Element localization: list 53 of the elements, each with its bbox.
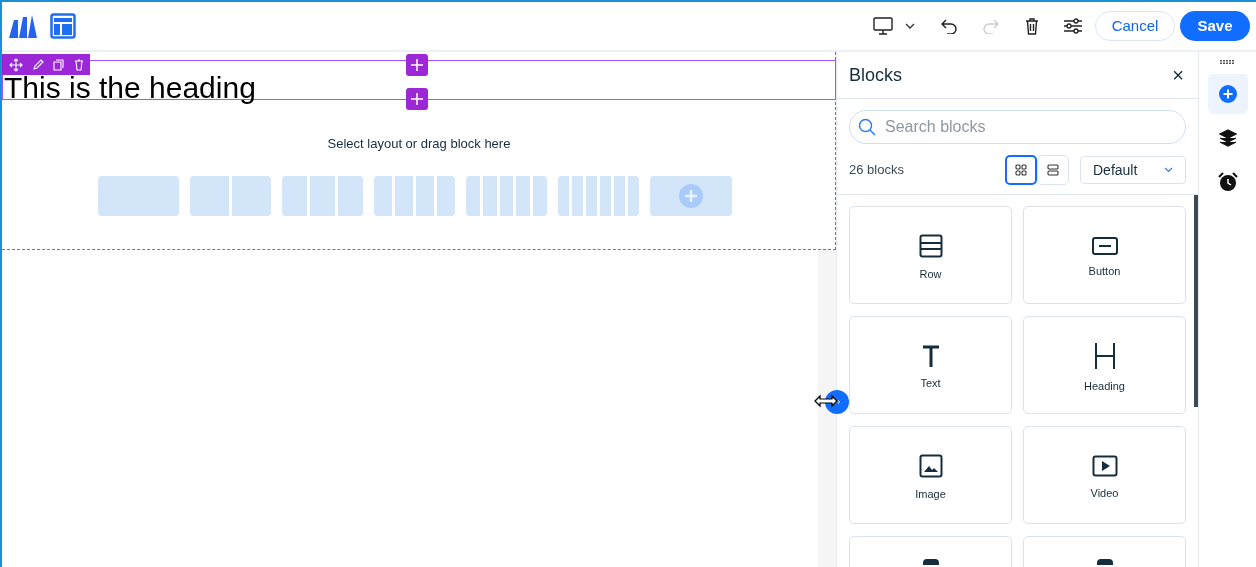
- block-label: Row: [919, 266, 942, 282]
- move-icon[interactable]: [8, 57, 23, 72]
- duplicate-icon[interactable]: [52, 58, 65, 71]
- sort-dropdown[interactable]: Default: [1080, 156, 1186, 184]
- block-label: Video: [1090, 485, 1119, 501]
- device-dropdown[interactable]: [873, 17, 915, 35]
- drag-grip-icon[interactable]: [1219, 60, 1236, 64]
- undo-icon[interactable]: [941, 18, 957, 34]
- plus-icon: [679, 184, 703, 208]
- alarm-clock-icon: [1217, 172, 1238, 192]
- drop-prompt: Select layout or drag block here: [326, 135, 512, 153]
- layers-icon: [1218, 129, 1237, 147]
- block-card[interactable]: Text: [849, 316, 1012, 414]
- block-card[interactable]: Button: [1023, 206, 1186, 304]
- block-label: Heading: [1084, 378, 1125, 394]
- panel-title: Blocks: [849, 63, 902, 87]
- block-label: Image: [915, 486, 946, 502]
- add-panel-button[interactable]: [1207, 74, 1248, 114]
- text-icon: [921, 344, 940, 367]
- button-icon: [1091, 236, 1118, 255]
- block-icon: [922, 559, 939, 565]
- list-view-toggle[interactable]: [1037, 155, 1069, 185]
- block-card[interactable]: Video: [1023, 426, 1186, 524]
- image-icon: [918, 453, 943, 478]
- video-icon: [1091, 454, 1118, 477]
- chevron-down-icon: [1164, 167, 1173, 173]
- add-below-icon[interactable]: [406, 88, 428, 110]
- list-view-icon: [1047, 164, 1059, 176]
- desktop-icon: [873, 17, 893, 35]
- pencil-icon[interactable]: [31, 58, 44, 71]
- add-icon: [1218, 85, 1237, 103]
- heading-icon: [1093, 341, 1116, 370]
- block-card[interactable]: Heading: [1023, 316, 1186, 414]
- row-icon: [918, 233, 943, 258]
- block-label: Button: [1088, 263, 1121, 279]
- logo-icon: [8, 14, 40, 38]
- search-field[interactable]: Search blocks: [849, 110, 1186, 144]
- grid-view-icon: [1015, 164, 1027, 176]
- add-above-icon[interactable]: [406, 54, 428, 76]
- layout-icon[interactable]: [50, 13, 76, 39]
- block-count: 26 blocks: [849, 161, 905, 180]
- delete-icon[interactable]: [1025, 17, 1039, 35]
- search-icon: [858, 118, 876, 136]
- grid-view-toggle[interactable]: [1005, 155, 1037, 185]
- scrollbar-thumb[interactable]: [1194, 195, 1198, 407]
- block-card[interactable]: Image: [849, 426, 1012, 524]
- block-icon: [1096, 559, 1113, 565]
- close-button[interactable]: ×: [1172, 65, 1184, 85]
- chevron-down-icon: [905, 23, 915, 29]
- block-card[interactable]: Row: [849, 206, 1012, 304]
- settings-icon[interactable]: [1063, 17, 1083, 35]
- block-label: Text: [920, 375, 941, 391]
- save-button[interactable]: Save: [1180, 11, 1250, 41]
